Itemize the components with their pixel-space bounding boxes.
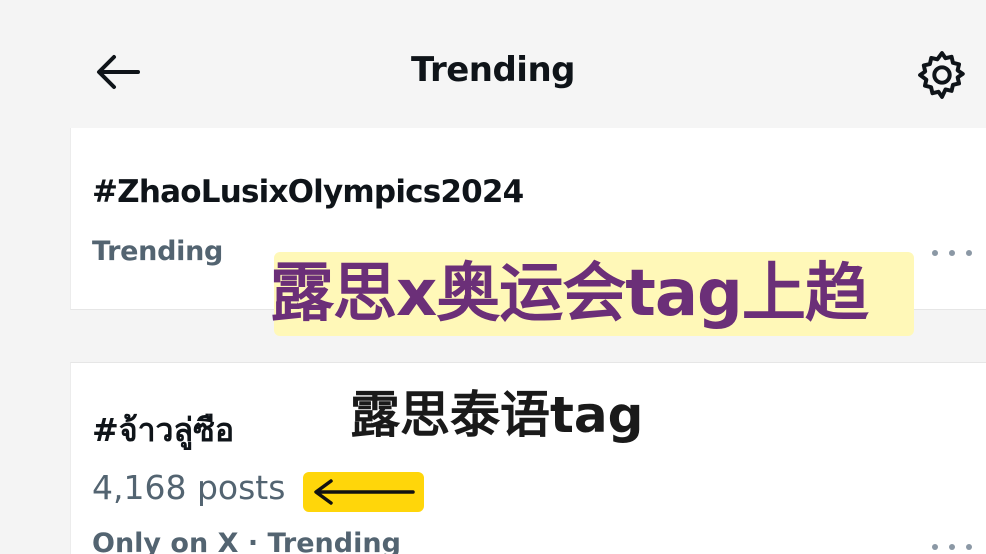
more-horizontal-icon[interactable] (932, 246, 972, 260)
long-arrow-left-icon (314, 479, 415, 505)
annotation-caption-bottom: 露思泰语tag (350, 386, 644, 444)
gear-icon[interactable] (914, 47, 970, 103)
trend-title[interactable]: #จ้าวลู่ซือ (92, 405, 234, 456)
trend-post-count: 4,168 posts (92, 468, 286, 507)
trend-meta: Trending (92, 236, 224, 267)
annotation-caption-top: 露思x奥运会tag上趋 (270, 257, 869, 331)
trend-meta: Only on X · Trending (92, 528, 401, 554)
trend-title[interactable]: #ZhaoLusixOlympics2024 (92, 174, 524, 210)
trending-page: Trending #ZhaoLusixOlympics2024 Trending… (0, 0, 986, 554)
page-title: Trending (410, 50, 576, 90)
arrow-badge (303, 472, 424, 512)
more-horizontal-icon[interactable] (932, 540, 972, 554)
